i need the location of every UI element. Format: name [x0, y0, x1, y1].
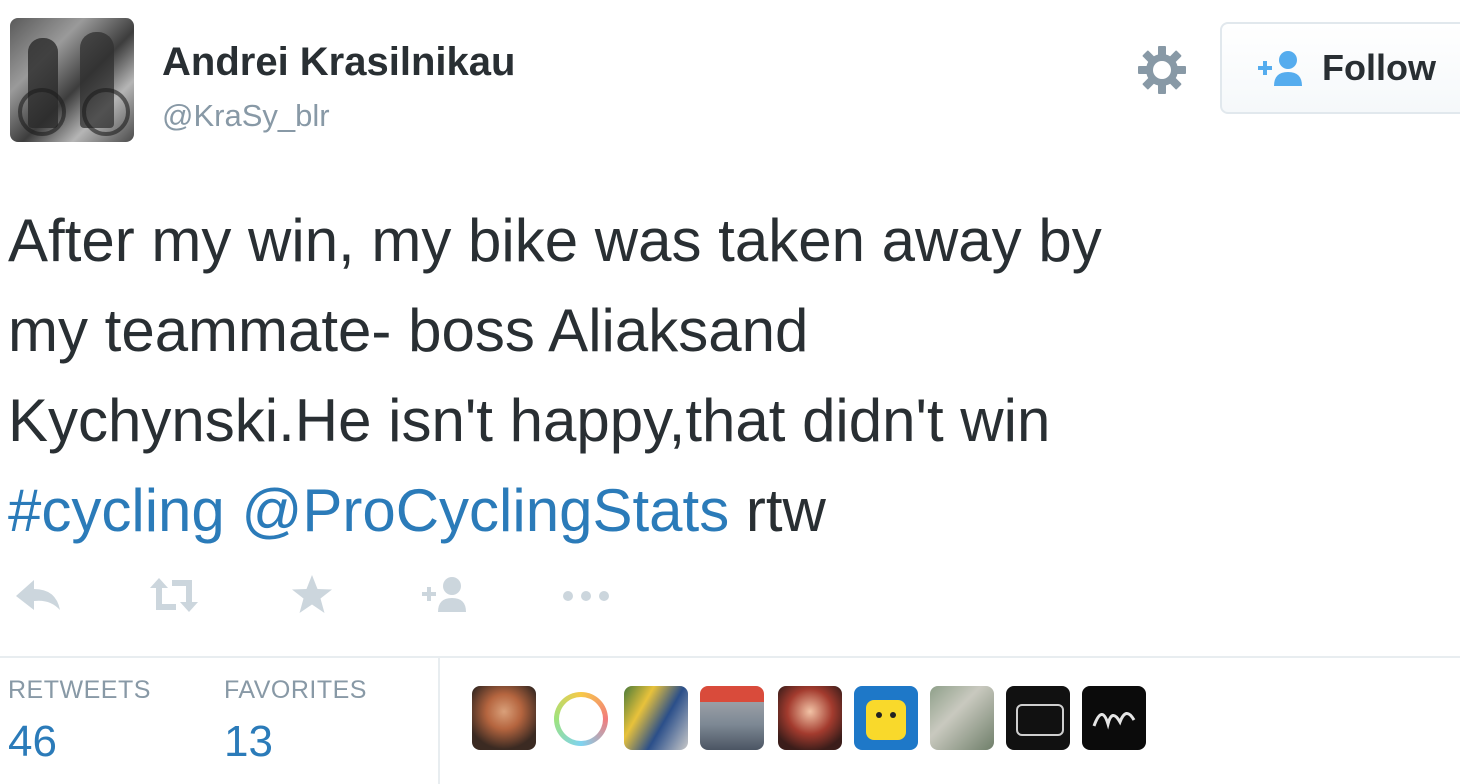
retweets-count: 46	[8, 717, 57, 766]
retweets-label: RETWEETS	[8, 676, 151, 704]
follow-button-label: Follow	[1322, 47, 1436, 88]
tweet-line: After my win, my bike was taken away by	[8, 207, 1102, 274]
tweet-line: Kychynski.He isn't happy,that didn't win	[8, 387, 1051, 454]
reply-icon[interactable]	[12, 572, 68, 618]
favorites-count: 13	[224, 717, 273, 766]
user-name[interactable]: Andrei Krasilnikau	[162, 40, 515, 85]
favorite-icon[interactable]	[284, 572, 340, 618]
follow-user-icon	[1258, 51, 1302, 86]
more-icon[interactable]	[558, 572, 614, 618]
stats-divider	[0, 656, 1460, 658]
user-handle[interactable]: @KraSy_blr	[162, 98, 330, 134]
favoriter-avatar[interactable]	[1082, 686, 1146, 750]
follow-user-icon[interactable]	[418, 572, 474, 618]
favoriter-avatar[interactable]	[854, 686, 918, 750]
retweet-icon[interactable]	[146, 572, 202, 618]
favoriter-avatar[interactable]	[778, 686, 842, 750]
favorites-stat[interactable]: FAVORITES 13	[224, 676, 367, 767]
user-avatar[interactable]	[10, 18, 134, 142]
favoriter-avatar[interactable]	[548, 686, 612, 750]
favoriter-avatar[interactable]	[1006, 686, 1070, 750]
favoriter-avatar[interactable]	[472, 686, 536, 750]
tweet-text: After my win, my bike was taken away by …	[8, 196, 1448, 556]
tweet-line: my teammate- boss Aliaksand	[8, 297, 809, 364]
hashtag-link[interactable]: #cycling	[8, 477, 225, 544]
mention-link[interactable]: @ProCyclingStats	[241, 477, 729, 544]
tweet-tail: rtw	[745, 477, 826, 544]
gear-icon[interactable]	[1136, 44, 1188, 96]
favorites-label: FAVORITES	[224, 676, 367, 704]
favoriter-avatar[interactable]	[700, 686, 764, 750]
follow-button[interactable]: Follow	[1220, 22, 1460, 114]
stats-separator	[438, 658, 440, 784]
favoriter-avatar[interactable]	[930, 686, 994, 750]
favoriter-avatar[interactable]	[624, 686, 688, 750]
retweets-stat[interactable]: RETWEETS 46	[8, 676, 151, 767]
